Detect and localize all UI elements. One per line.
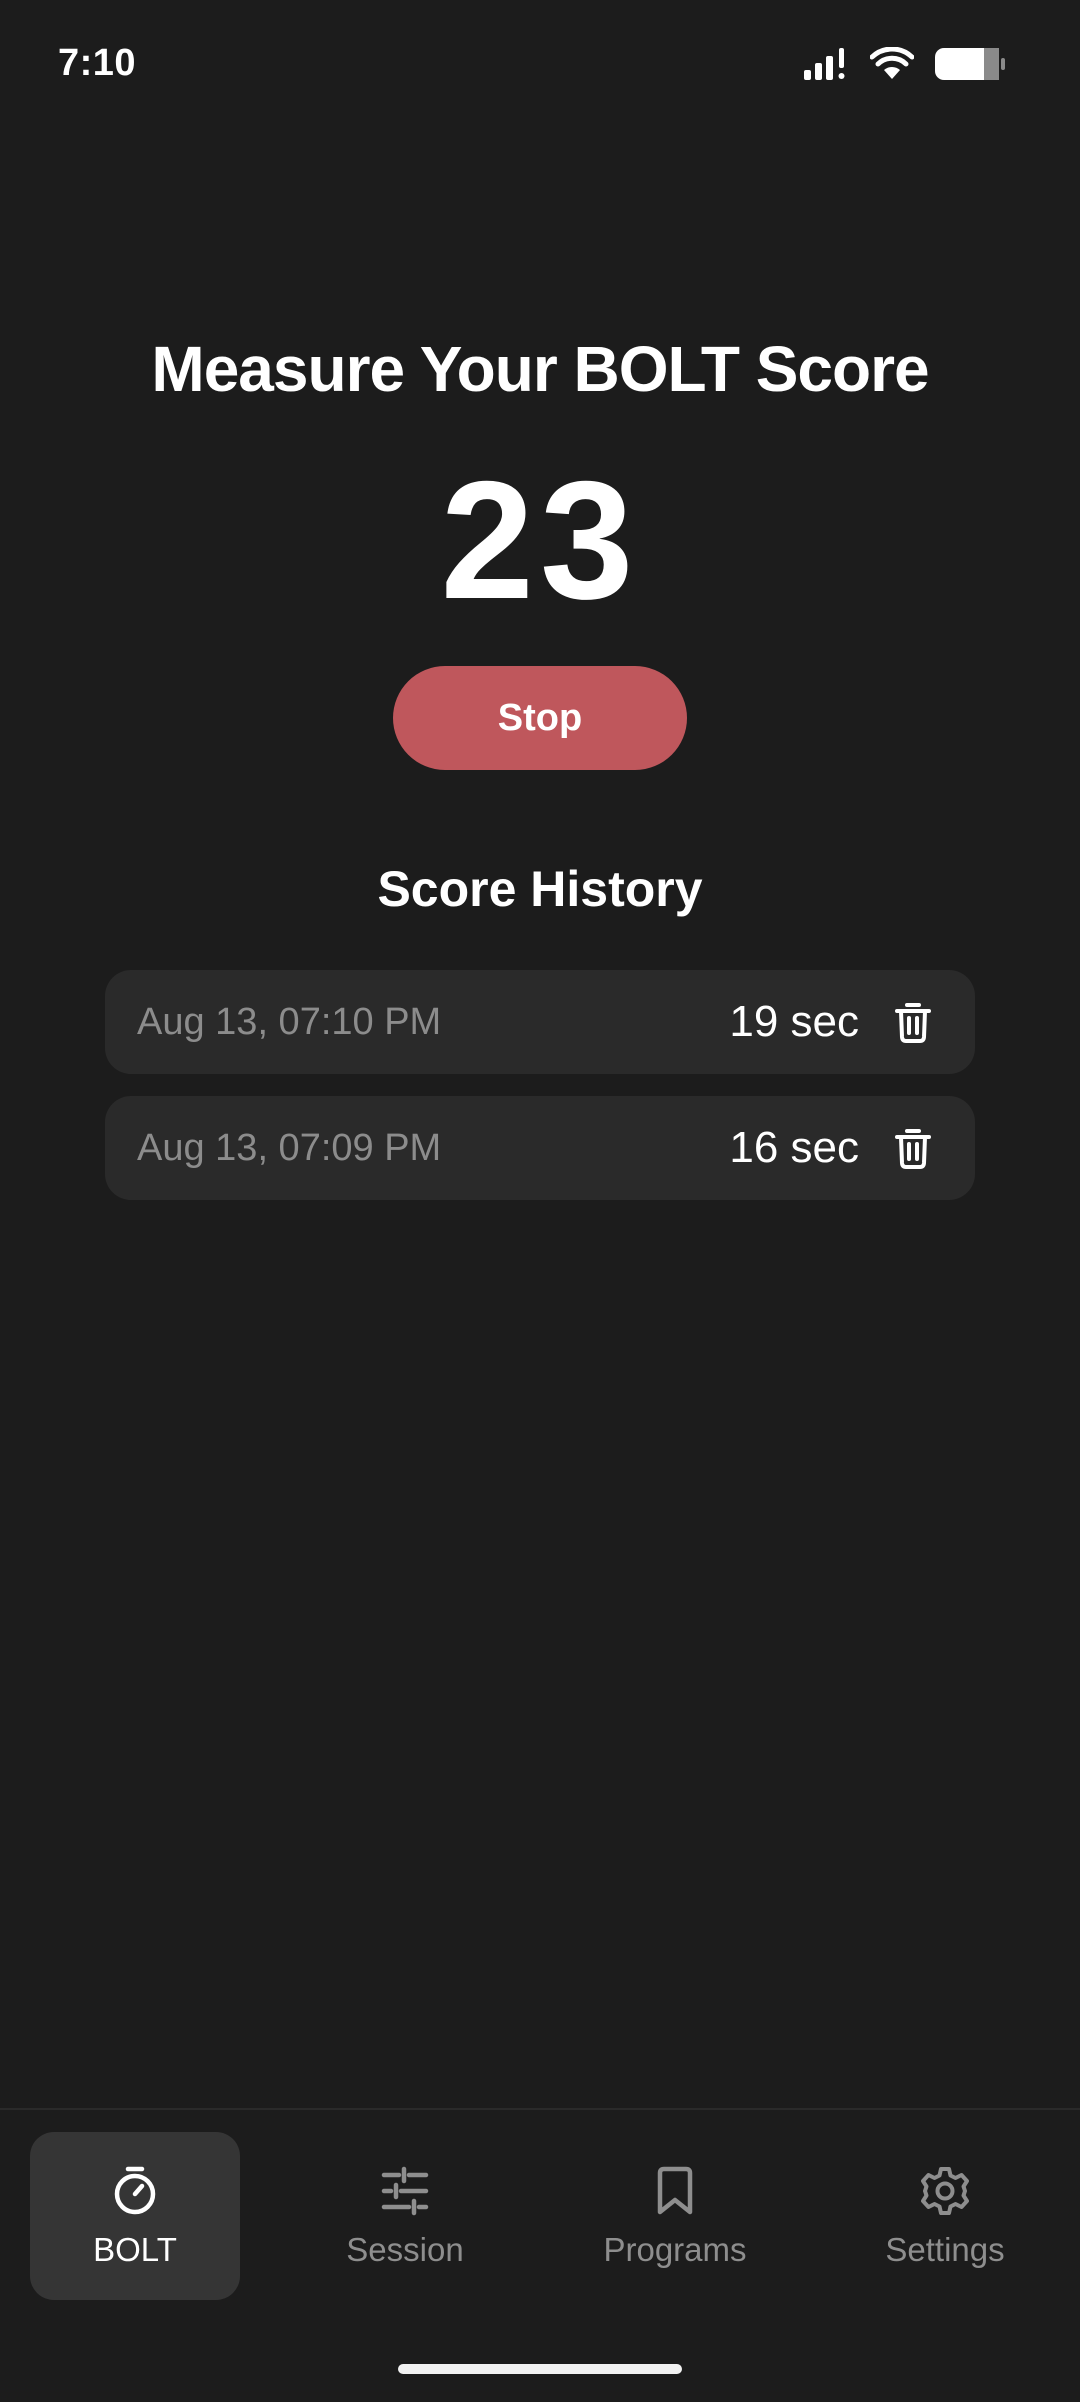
delete-button[interactable] bbox=[891, 1000, 935, 1044]
score-history-title: Score History bbox=[377, 861, 703, 917]
home-indicator[interactable] bbox=[398, 2364, 682, 2374]
score-display: 23 bbox=[440, 446, 640, 634]
sliders-icon bbox=[381, 2163, 429, 2219]
page-title: Measure Your BOLT Score bbox=[151, 333, 929, 405]
history-row: Aug 13, 07:10 PM 19 sec bbox=[105, 970, 975, 1074]
tab-programs[interactable]: Programs bbox=[570, 2132, 780, 2300]
history-date: Aug 13, 07:09 PM bbox=[137, 1126, 442, 1169]
tab-bolt-label: BOLT bbox=[93, 2231, 177, 2268]
stop-button[interactable]: Stop bbox=[393, 666, 687, 770]
history-row: Aug 13, 07:09 PM 16 sec bbox=[105, 1096, 975, 1200]
status-time: 7:10 bbox=[58, 42, 137, 84]
tab-settings-label: Settings bbox=[885, 2231, 1005, 2268]
tab-programs-label: Programs bbox=[603, 2231, 747, 2268]
status-icons bbox=[802, 46, 1006, 82]
bookmark-icon bbox=[655, 2163, 695, 2219]
signal-icon bbox=[802, 46, 850, 82]
battery-icon bbox=[934, 46, 1006, 82]
wifi-icon bbox=[870, 47, 914, 81]
history-value: 19 sec bbox=[729, 997, 859, 1046]
tab-session[interactable]: Session bbox=[300, 2132, 510, 2300]
delete-button[interactable] bbox=[891, 1126, 935, 1170]
bottom-nav: BOLT Session Programs Settings bbox=[0, 2108, 1080, 2402]
stopwatch-icon bbox=[112, 2163, 158, 2219]
trash-icon bbox=[895, 1129, 931, 1169]
status-bar: 7:10 bbox=[0, 0, 1080, 130]
history-value: 16 sec bbox=[729, 1123, 859, 1172]
tab-settings[interactable]: Settings bbox=[840, 2132, 1050, 2300]
tab-bolt[interactable]: BOLT bbox=[30, 2132, 240, 2300]
score-history-list: Aug 13, 07:10 PM 19 sec Aug 13, 07:09 PM… bbox=[105, 970, 975, 1222]
trash-icon bbox=[895, 1003, 931, 1043]
tab-session-label: Session bbox=[346, 2231, 464, 2268]
gear-icon bbox=[920, 2163, 970, 2219]
history-date: Aug 13, 07:10 PM bbox=[137, 1000, 442, 1043]
